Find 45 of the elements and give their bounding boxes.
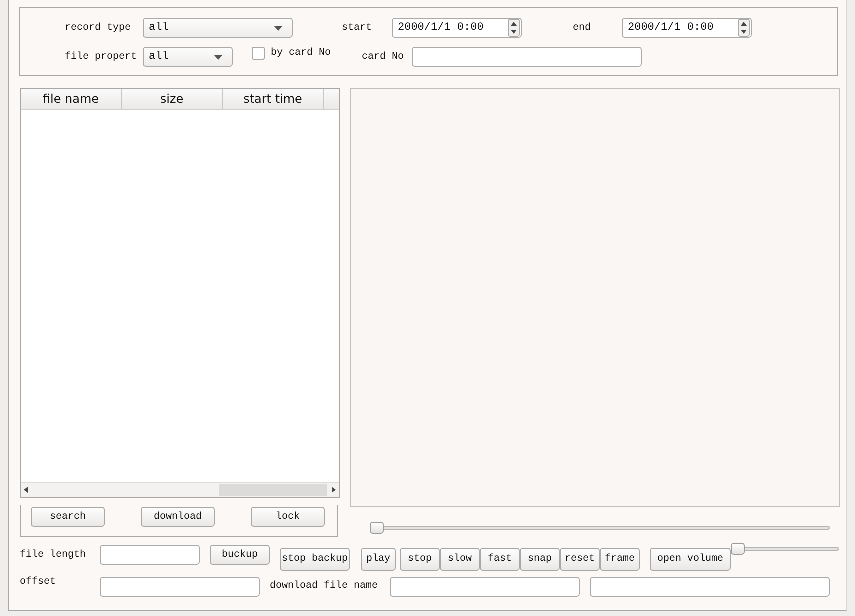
download-file-name-label: download file name xyxy=(270,581,380,592)
caret-icon xyxy=(214,55,223,60)
playback-button[interactable]: fast xyxy=(480,548,520,571)
action-button[interactable]: download xyxy=(141,507,215,527)
offset-field[interactable] xyxy=(100,577,260,597)
playback-button[interactable]: play xyxy=(361,548,396,571)
start-datetime-field[interactable]: 2000/1/1 0:00 xyxy=(392,18,522,38)
volume-slider[interactable] xyxy=(731,543,839,555)
slider-thumb[interactable] xyxy=(370,522,384,534)
playback-slider[interactable] xyxy=(370,522,830,534)
card-no-field[interactable] xyxy=(412,47,642,67)
download-file-name-field[interactable] xyxy=(390,577,580,597)
horizontal-scrollbar[interactable] xyxy=(21,482,339,497)
card-no-label: card No xyxy=(362,52,406,62)
scrollbar-thumb[interactable] xyxy=(219,484,327,496)
by-card-no-label: by card No xyxy=(271,48,331,59)
playback-button[interactable]: snap xyxy=(520,548,560,571)
file-length-field[interactable] xyxy=(100,545,200,565)
card-no-checkbox[interactable] xyxy=(252,47,265,60)
start-label: start xyxy=(342,22,374,34)
file-property-dropdown[interactable]: all xyxy=(143,47,233,67)
action-button[interactable]: lock xyxy=(251,507,325,527)
record-type-dropdown[interactable]: all xyxy=(143,18,293,38)
backup-button[interactable]: buckup xyxy=(210,545,270,565)
path-field[interactable] xyxy=(590,577,830,597)
action-button[interactable]: search xyxy=(31,507,105,527)
playback-button[interactable]: stop xyxy=(400,548,440,571)
slider-thumb[interactable] xyxy=(731,543,745,555)
playback-button[interactable]: frame xyxy=(600,548,640,571)
playback-button[interactable]: slow xyxy=(440,548,480,571)
offset-label: offset xyxy=(20,577,58,588)
playback-button[interactable]: reset xyxy=(560,548,600,571)
column-header[interactable]: size xyxy=(122,89,223,109)
column-header[interactable]: file name xyxy=(21,89,122,109)
record-type-label: record type xyxy=(64,22,131,34)
file-length-label: file length xyxy=(20,550,88,561)
column-header[interactable]: start time xyxy=(223,89,324,109)
spinner-icon[interactable] xyxy=(738,19,750,37)
open-volume-button[interactable]: open volume xyxy=(650,548,731,571)
stop-backup-button[interactable]: stop backup xyxy=(280,548,350,571)
file-property-label: file propert xyxy=(64,52,137,62)
caret-icon xyxy=(274,26,283,31)
end-datetime-field[interactable]: 2000/1/1 0:00 xyxy=(622,18,752,38)
spinner-icon[interactable] xyxy=(508,19,520,37)
end-label: end xyxy=(573,22,592,34)
